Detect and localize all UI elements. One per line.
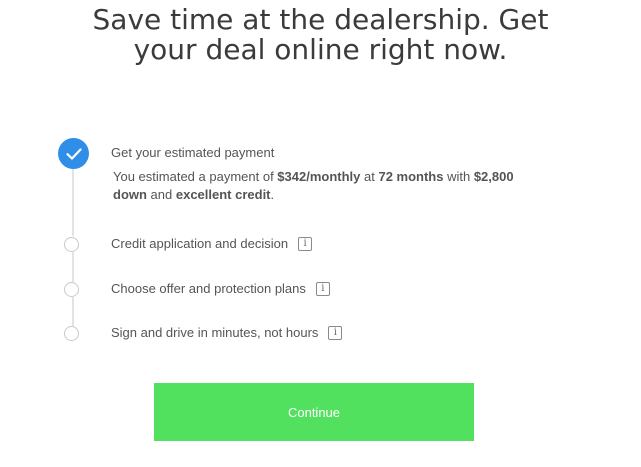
summary-at: at [360, 169, 379, 184]
step-connector [72, 168, 74, 236]
step-2-text: Credit application and decision [111, 236, 289, 251]
step-1-label: Get your estimated payment [111, 145, 274, 160]
summary-and: and [146, 187, 176, 202]
info-icon[interactable]: i [328, 325, 343, 340]
summary-suffix: . [270, 187, 275, 202]
step-3-label: Choose offer and protection plans i [111, 281, 330, 296]
payment-summary: You estimated a payment of $342/monthly … [113, 168, 553, 204]
step-1-text: Get your estimated payment [111, 145, 275, 160]
step-complete-marker [58, 138, 89, 169]
info-icon[interactable]: i [315, 281, 330, 296]
step-pending-marker [64, 326, 79, 341]
step-2-label: Credit application and decision i [111, 236, 313, 251]
info-icon[interactable]: i [298, 236, 313, 251]
step-connector [72, 297, 74, 326]
continue-button[interactable]: Continue [154, 383, 474, 441]
step-connector [72, 252, 74, 282]
summary-credit: excellent credit [175, 187, 271, 202]
checkmark-icon [65, 147, 82, 160]
step-3-text: Choose offer and protection plans [111, 281, 306, 296]
step-pending-marker [64, 282, 79, 297]
progress-steps: Get your estimated payment You estimated… [0, 0, 641, 360]
summary-down-word: down [113, 187, 147, 202]
summary-with: with [443, 169, 474, 184]
step-pending-marker [64, 237, 79, 252]
step-4-text: Sign and drive in minutes, not hours [111, 325, 319, 340]
step-4-label: Sign and drive in minutes, not hours i [111, 325, 343, 340]
summary-prefix: You estimated a payment of [113, 169, 278, 184]
summary-payment: $342/monthly [277, 169, 361, 184]
summary-down-amount: $2,800 [473, 169, 514, 184]
summary-term: 72 months [378, 169, 444, 184]
